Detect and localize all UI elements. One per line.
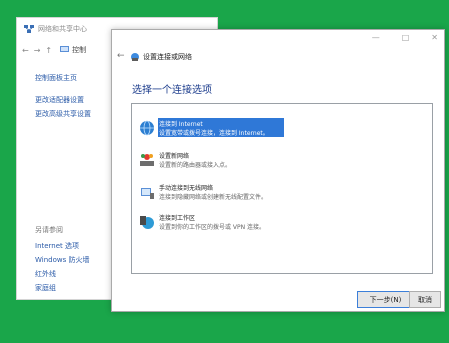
wireless-icon: [141, 188, 154, 199]
option-title: 连接到 Internet: [159, 121, 203, 128]
option-title: 手动连接到无线网络: [159, 185, 214, 192]
window-title: 网络和共享中心: [38, 25, 87, 33]
link-change-sharing-settings[interactable]: 更改高级共享设置: [35, 109, 91, 119]
link-change-adapter-settings[interactable]: 更改适配器设置: [35, 95, 84, 105]
see-also-heading: 另请参阅: [35, 226, 63, 234]
maximize-icon[interactable]: □: [402, 33, 410, 42]
control-panel-icon: [60, 46, 70, 52]
setup-connection-dialog: — □ ✕ ← 设置连接或网络 选择一个连接选项 连接到 Internet 设置…: [111, 29, 445, 312]
page-heading: 选择一个连接选项: [132, 85, 212, 96]
router-icon: [140, 154, 154, 166]
globe-icon: [140, 120, 154, 136]
cancel-button[interactable]: 取消: [409, 291, 441, 308]
back-arrow-icon[interactable]: ←: [22, 46, 29, 55]
option-manual-wireless[interactable]: 手动连接到无线网络 连接到隐藏网络或创建新无线配置文件。: [138, 182, 428, 208]
dialog-title: 设置连接或网络: [143, 53, 192, 61]
workplace-icon: [140, 216, 154, 229]
option-description: 连接到隐藏网络或创建新无线配置文件。: [159, 194, 268, 201]
option-description: 设置宽带或拨号连接，连接到 Internet。: [159, 130, 269, 137]
minimize-icon[interactable]: —: [372, 33, 380, 42]
network-icon: [24, 25, 34, 33]
option-title: 设置新网络: [159, 153, 190, 160]
next-button[interactable]: 下一步(N): [357, 291, 414, 308]
link-control-panel-home[interactable]: 控制面板主页: [35, 73, 77, 83]
connection-options-list: 连接到 Internet 设置宽带或拨号连接，连接到 Internet。 设置新…: [131, 103, 433, 274]
window-controls: — □ ✕: [372, 33, 438, 42]
breadcrumb[interactable]: 控制: [72, 45, 86, 55]
link-infrared[interactable]: 红外线: [35, 269, 56, 279]
link-internet-options[interactable]: Internet 选项: [35, 241, 79, 251]
back-arrow-icon[interactable]: ←: [117, 51, 125, 61]
option-title: 连接到工作区: [159, 215, 196, 222]
option-connect-internet[interactable]: 连接到 Internet 设置宽带或拨号连接，连接到 Internet。: [138, 118, 428, 144]
option-description: 设置新的路由器或接入点。: [159, 162, 232, 169]
option-description: 设置到你的工作区的拨号或 VPN 连接。: [159, 224, 266, 231]
link-homegroup[interactable]: 家庭组: [35, 283, 56, 293]
forward-arrow-icon[interactable]: →: [34, 46, 41, 55]
close-icon[interactable]: ✕: [431, 33, 438, 42]
option-connect-workplace[interactable]: 连接到工作区 设置到你的工作区的拨号或 VPN 连接。: [138, 212, 428, 238]
link-windows-firewall[interactable]: Windows 防火墙: [35, 255, 89, 265]
up-arrow-icon[interactable]: ↑: [45, 46, 52, 55]
network-setup-icon: [131, 53, 139, 61]
option-setup-new-network[interactable]: 设置新网络 设置新的路由器或接入点。: [138, 150, 428, 176]
